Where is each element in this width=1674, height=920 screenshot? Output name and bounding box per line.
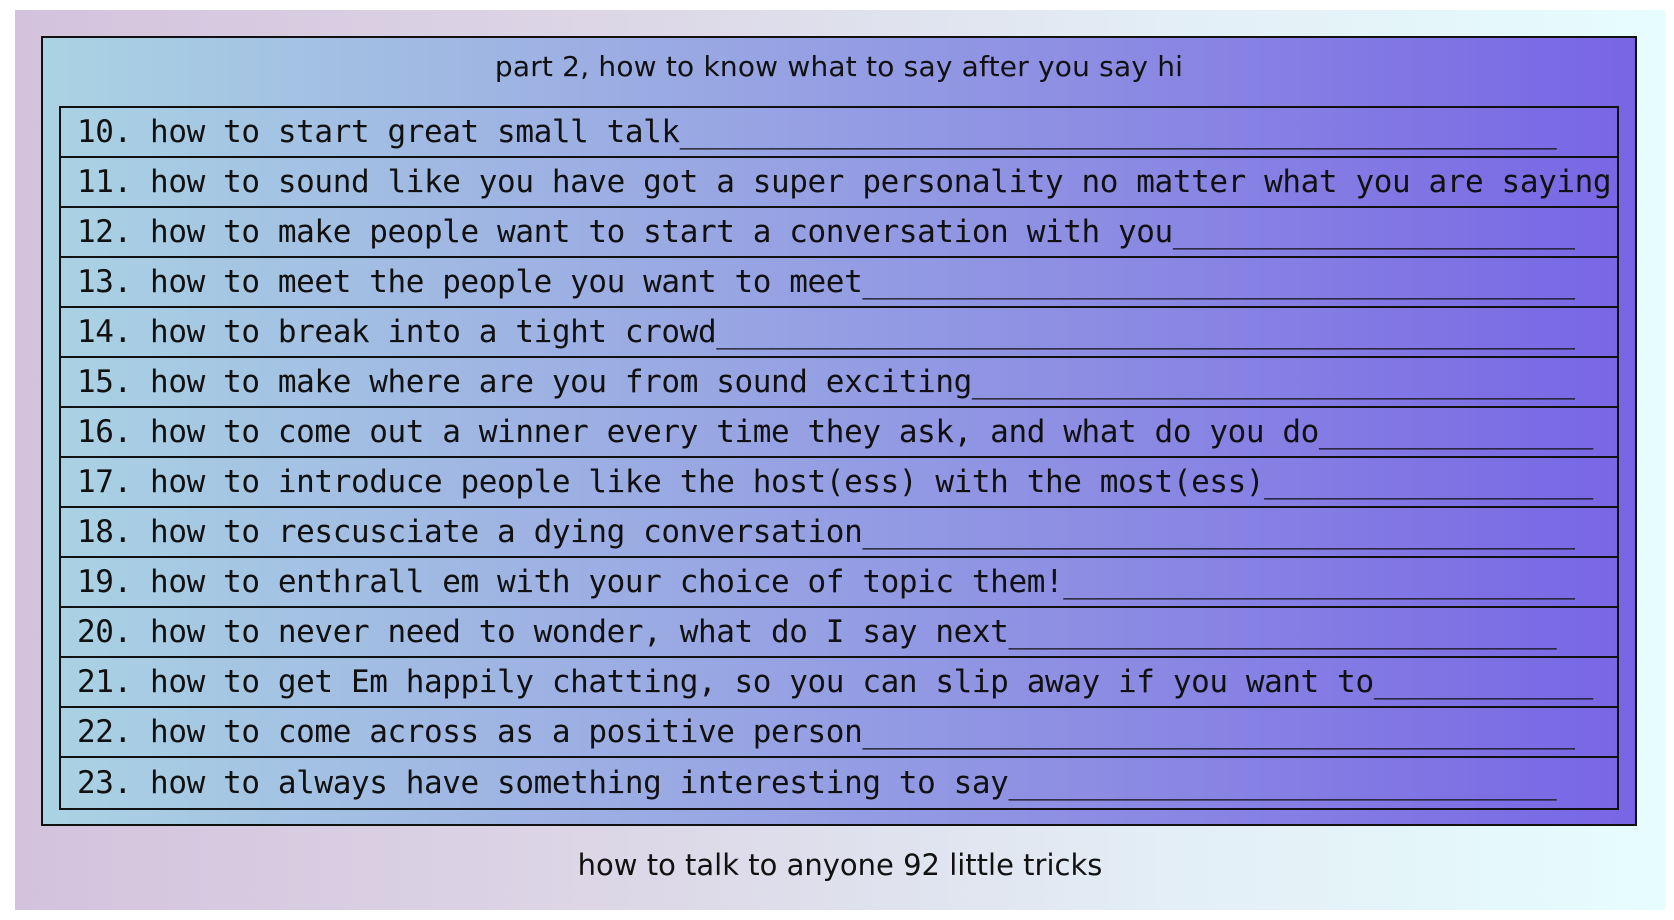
list-item: 21. how to get Em happily chatting, so y… xyxy=(61,658,1617,708)
list-item: 12. how to make people want to start a c… xyxy=(61,208,1617,258)
list-item: 22. how to come across as a positive per… xyxy=(61,708,1617,758)
list-item: 20. how to never need to wonder, what do… xyxy=(61,608,1617,658)
list-item: 17. how to introduce people like the hos… xyxy=(61,458,1617,508)
list-item: 13. how to meet the people you want to m… xyxy=(61,258,1617,308)
list-item: 14. how to break into a tight crowd_____… xyxy=(61,308,1617,358)
contents-panel: part 2, how to know what to say after yo… xyxy=(41,36,1637,826)
slide-background: part 2, how to know what to say after yo… xyxy=(15,10,1665,910)
list-item: 19. how to enthrall em with your choice … xyxy=(61,558,1617,608)
list-item: 18. how to rescusciate a dying conversat… xyxy=(61,508,1617,558)
list-item: 10. how to start great small talk_______… xyxy=(61,108,1617,158)
list-item: 15. how to make where are you from sound… xyxy=(61,358,1617,408)
panel-title: part 2, how to know what to say after yo… xyxy=(494,50,1184,83)
list-item: 23. how to always have something interes… xyxy=(77,765,1557,801)
item-list: 10. how to start great small talk_______… xyxy=(59,106,1619,810)
list-item: 16. how to come out a winner every time … xyxy=(61,408,1617,458)
list-item: 11. how to sound like you have got a sup… xyxy=(61,158,1617,208)
caption: how to talk to anyone 92 little tricks xyxy=(577,848,1103,882)
